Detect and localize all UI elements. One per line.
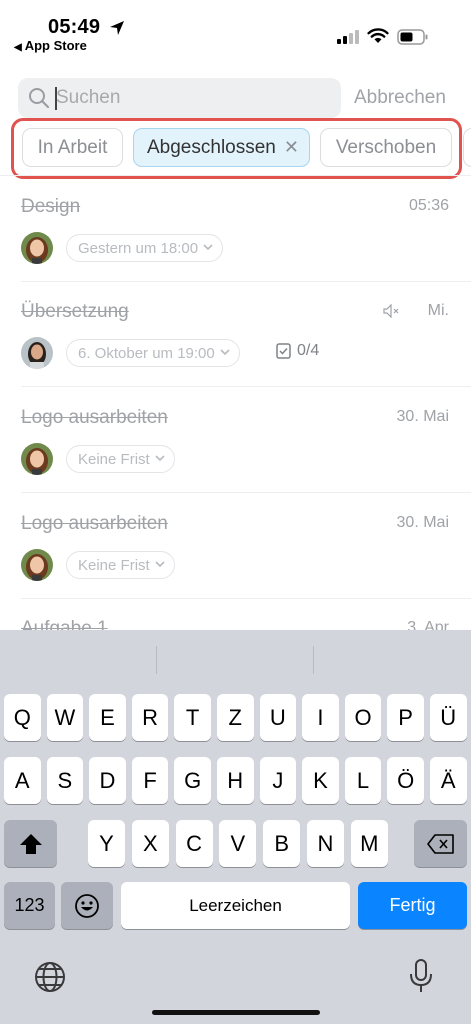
key-g[interactable]: G [174, 757, 211, 804]
key-v[interactable]: V [219, 820, 257, 867]
search-icon [29, 88, 50, 109]
key-m[interactable]: M [350, 820, 388, 867]
key-k[interactable]: K [302, 757, 339, 804]
row-divider [21, 386, 471, 387]
key-o[interactable]: O [344, 694, 382, 741]
filter-chip-label: Abgeschlossen [147, 136, 276, 158]
key-ä[interactable]: Ä [430, 757, 467, 804]
chevron-down-icon [155, 455, 165, 462]
avatar[interactable] [21, 337, 53, 369]
back-app-label: App Store [24, 38, 87, 53]
battery-icon [397, 29, 428, 45]
filter-chip-label: In Arbeit [37, 136, 108, 158]
chevron-down-icon [203, 244, 213, 251]
key-u[interactable]: U [259, 694, 297, 741]
key-n[interactable]: N [307, 820, 344, 867]
cellular-signal-icon [337, 30, 359, 44]
chevron-down-icon [155, 561, 165, 568]
suggestion-divider [313, 646, 314, 674]
key-c[interactable]: C [175, 820, 213, 867]
microphone-icon[interactable] [408, 958, 434, 994]
avatar[interactable] [21, 443, 53, 475]
key-f[interactable]: F [131, 757, 169, 804]
deadline-selector[interactable]: Keine Frist [66, 445, 175, 473]
search-input[interactable] [56, 84, 326, 112]
task-date: Mi. [427, 302, 449, 319]
filter-chip-abgeschlossen[interactable]: Abgeschlossen ✕ [133, 128, 310, 167]
key-i[interactable]: I [302, 694, 339, 741]
task-row[interactable]: Logo ausarbeiten 30. Mai Keine Frist [0, 388, 471, 493]
task-title: Übersetzung [21, 301, 129, 322]
filter-chip-partial[interactable] [463, 128, 471, 167]
wifi-icon [367, 28, 389, 43]
filter-chip-verschoben[interactable]: Verschoben [320, 128, 452, 167]
key-l[interactable]: L [344, 757, 382, 804]
home-indicator [152, 1010, 320, 1015]
deadline-selector[interactable]: 6. Oktober um 19:00 [66, 339, 240, 367]
emoji-icon [75, 893, 99, 918]
key-z[interactable]: Z [217, 694, 254, 741]
key-a[interactable]: A [4, 757, 41, 804]
key-p[interactable]: P [387, 694, 424, 741]
task-row[interactable]: Design 05:36 Gestern um 18:00 [0, 177, 471, 282]
shift-key[interactable] [4, 820, 57, 867]
deadline-label: Keine Frist [78, 556, 150, 574]
key-d[interactable]: D [89, 757, 126, 804]
avatar[interactable] [21, 549, 53, 581]
checklist-icon [276, 343, 291, 359]
emoji-key[interactable] [61, 882, 113, 929]
key-j[interactable]: J [259, 757, 297, 804]
filter-chip-in-arbeit[interactable]: In Arbeit [22, 128, 123, 167]
key-b[interactable]: B [263, 820, 301, 867]
key-y[interactable]: Y [88, 820, 125, 867]
subtask-counter[interactable]: 0/4 [276, 342, 319, 360]
cancel-button[interactable]: Abbrechen [354, 87, 446, 109]
backspace-icon [426, 833, 454, 854]
numbers-key[interactable]: 123 [4, 882, 55, 929]
key-s[interactable]: S [46, 757, 84, 804]
task-row[interactable]: Logo ausarbeiten 30. Mai Keine Frist [0, 494, 471, 599]
back-triangle-icon: ◀ [14, 42, 22, 53]
muted-speaker-icon [383, 304, 399, 318]
search-bar[interactable] [18, 78, 341, 118]
deadline-label: Gestern um 18:00 [78, 239, 199, 257]
avatar[interactable] [21, 232, 53, 264]
key-ü[interactable]: Ü [430, 694, 467, 741]
task-title: Logo ausarbeiten [21, 407, 168, 428]
task-title: Design [21, 196, 81, 217]
deadline-selector[interactable]: Gestern um 18:00 [66, 234, 224, 262]
task-row[interactable]: Übersetzung Mi. 6. Oktober um 19:00 0/4 [0, 282, 471, 387]
suggestion-divider [156, 646, 157, 674]
key-w[interactable]: W [46, 694, 84, 741]
chevron-down-icon [220, 349, 230, 356]
task-title: Logo ausarbeiten [21, 513, 168, 534]
key-q[interactable]: Q [4, 694, 41, 741]
key-r[interactable]: R [131, 694, 169, 741]
task-date: 30. Mai [396, 408, 449, 425]
filter-chip-label: Verschoben [335, 136, 437, 158]
backspace-key[interactable] [414, 820, 467, 867]
location-arrow-icon [110, 21, 124, 35]
space-key[interactable]: Leerzeichen [121, 882, 350, 929]
done-key[interactable]: Fertig [358, 882, 467, 929]
key-x[interactable]: X [131, 820, 169, 867]
deadline-selector[interactable]: Keine Frist [66, 551, 175, 579]
row-divider [21, 492, 471, 493]
deadline-label: Keine Frist [78, 450, 150, 468]
back-to-app-link[interactable]: ◀ App Store [14, 38, 87, 53]
deadline-label: 6. Oktober um 19:00 [78, 344, 215, 362]
header-divider [0, 175, 471, 176]
task-date: 05:36 [408, 197, 449, 214]
shift-arrow-icon [19, 833, 42, 854]
task-date: 30. Mai [396, 514, 449, 531]
key-h[interactable]: H [217, 757, 254, 804]
subtask-count: 0/4 [297, 342, 320, 359]
status-time: 05:49 [48, 16, 101, 38]
globe-icon[interactable] [33, 960, 67, 994]
remove-filter-icon[interactable]: ✕ [284, 137, 299, 158]
key-t[interactable]: T [174, 694, 211, 741]
key-e[interactable]: E [89, 694, 126, 741]
status-bar: 05:49 ◀ App Store [0, 0, 471, 58]
key-ö[interactable]: Ö [387, 757, 424, 804]
